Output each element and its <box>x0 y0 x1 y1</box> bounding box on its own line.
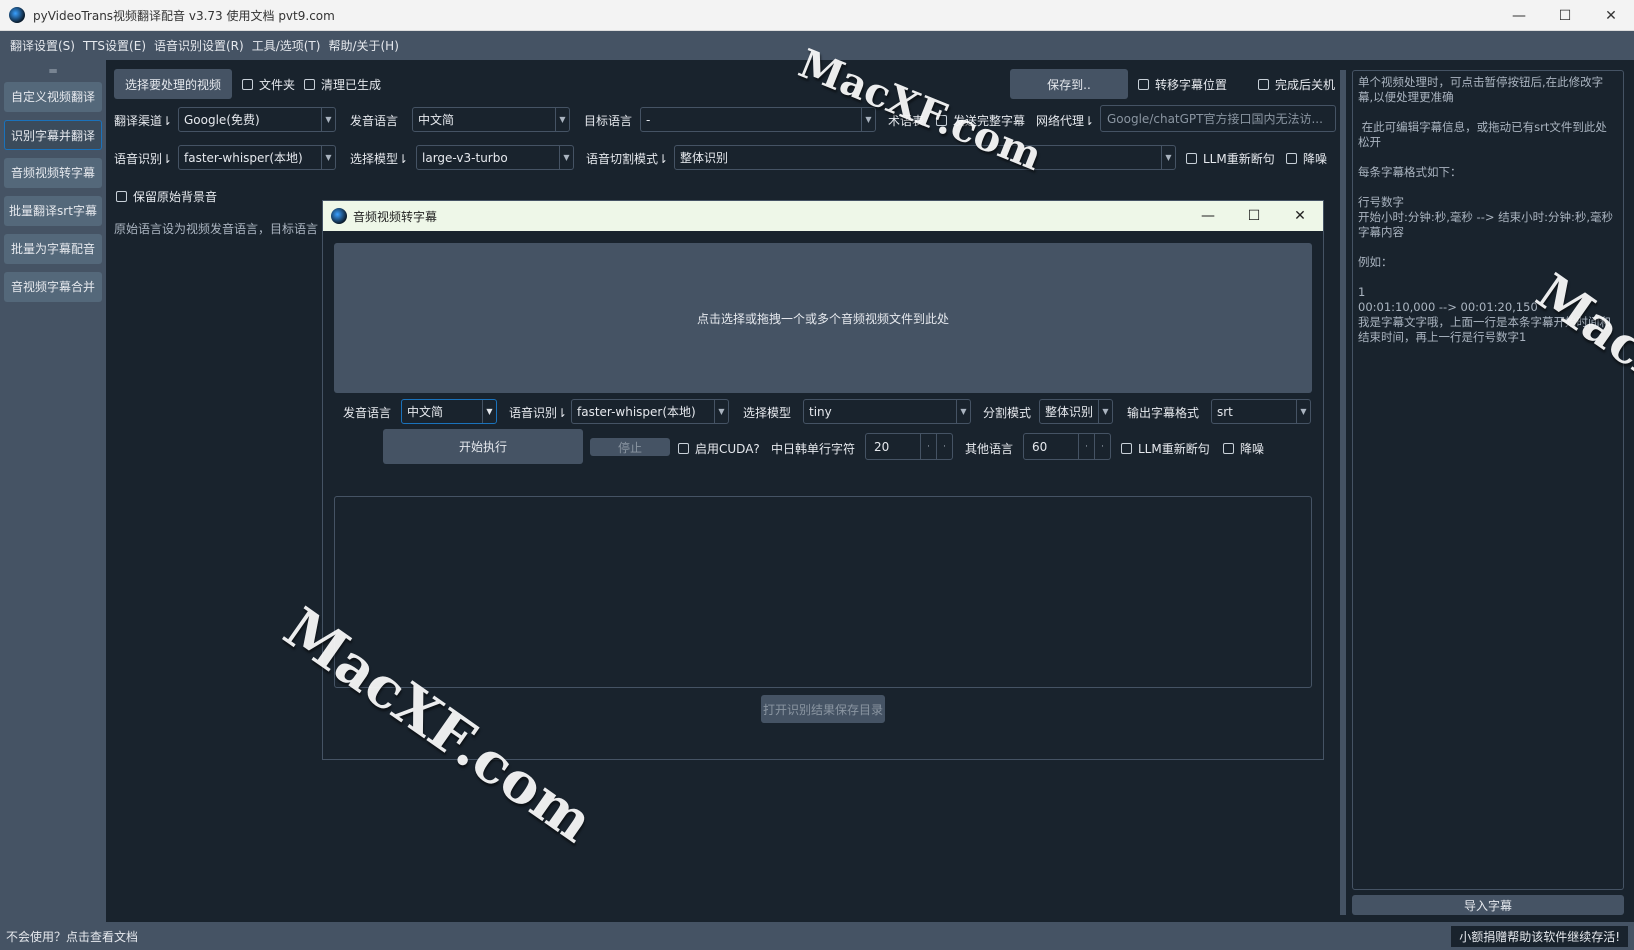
target-language-select[interactable]: - ▼ <box>640 107 876 132</box>
status-bar: 不会使用？点击查看文档 小额捐赠帮助该软件继续存活! <box>0 922 1634 950</box>
other-lang-label: 其他语言 <box>965 442 1014 456</box>
dialog-asr-label[interactable]: 语音识别⇂ <box>509 404 567 421</box>
dialog-close-button[interactable]: ✕ <box>1277 201 1323 231</box>
chevron-down-icon: ▼ <box>956 400 970 423</box>
nav-batch-translate-srt[interactable]: 批量翻译srt字幕 <box>4 196 102 226</box>
chevron-down-icon: ▼ <box>1296 400 1310 423</box>
chevron-down-icon: ▼ <box>559 146 573 169</box>
log-output-area[interactable] <box>334 496 1312 688</box>
app-logo-icon <box>9 7 25 23</box>
start-button[interactable]: 开始执行 <box>383 429 583 464</box>
chevron-down-icon: ▼ <box>482 400 496 423</box>
asr-label[interactable]: 语音识别⇂ <box>114 150 172 167</box>
donate-link[interactable]: 小额捐赠帮助该软件继续存活! <box>1451 925 1628 947</box>
translate-channel-label[interactable]: 翻译渠道⇂ <box>114 112 172 129</box>
clear-generated-checkbox[interactable]: 清理已生成 <box>304 76 381 93</box>
spin-up-icon[interactable]: · <box>936 434 952 459</box>
model-select[interactable]: large-v3-turbo ▼ <box>416 145 574 170</box>
cjk-chars-spinbox[interactable]: 20 · · <box>865 433 953 460</box>
chevron-down-icon: ▼ <box>321 146 335 169</box>
dialog-format-label: 输出字幕格式 <box>1127 406 1200 420</box>
asr-select[interactable]: faster-whisper(本地) ▼ <box>178 145 336 170</box>
file-drop-zone[interactable]: 点击选择或拖拽一个或多个音频视频文件到此处 <box>334 243 1312 393</box>
hint-text: 原始语言设为视频发音语言，目标语言 <box>114 222 319 236</box>
dialog-language-label: 发音语言 <box>343 406 392 420</box>
nav-custom-video-translate[interactable]: 自定义视频翻译 <box>4 82 102 112</box>
spin-up-icon[interactable]: · <box>1094 434 1110 459</box>
dialog-llm-resplit-checkbox[interactable]: LLM重新断句 <box>1121 440 1210 457</box>
cuda-checkbox[interactable]: 启用CUDA? <box>678 440 760 457</box>
source-language-select[interactable]: 中文简 ▼ <box>412 107 570 132</box>
maximize-button[interactable]: ☐ <box>1542 0 1588 31</box>
move-subtitle-position-checkbox[interactable]: 转移字幕位置 <box>1138 76 1227 93</box>
menu-help[interactable]: 帮助/关于(H) <box>324 37 402 54</box>
dialog-split-select[interactable]: 整体识别 ▼ <box>1039 399 1113 424</box>
left-nav: ═ 自定义视频翻译 识别字幕并翻译 音频视频转字幕 批量翻译srt字幕 批量为字… <box>0 60 106 922</box>
model-label[interactable]: 选择模型⇂ <box>350 150 408 167</box>
menu-translate-settings[interactable]: 翻译设置(S) <box>6 37 79 54</box>
dialog-title-bar: 音频视频转字幕 — ☐ ✕ <box>323 201 1323 231</box>
menu-asr-settings[interactable]: 语音识别设置(R) <box>150 37 248 54</box>
menu-tools[interactable]: 工具/选项(T) <box>248 37 325 54</box>
split-mode-select[interactable]: 整体识别 ▼ <box>674 145 1176 170</box>
chevron-down-icon: ▼ <box>321 108 335 131</box>
folder-checkbox[interactable]: 文件夹 <box>242 76 295 93</box>
proxy-input[interactable]: Google/chatGPT官方接口国内无法访... <box>1100 105 1336 132</box>
stop-button[interactable]: 停止 <box>590 438 670 456</box>
nav-merge-av-subtitle[interactable]: 音视频字幕合并 <box>4 272 102 302</box>
source-language-label: 发音语言 <box>350 114 399 128</box>
shutdown-after-checkbox[interactable]: 完成后关机 <box>1258 76 1335 93</box>
import-subtitle-button[interactable]: 导入字幕 <box>1352 895 1624 915</box>
nav-recognize-and-translate[interactable]: 识别字幕并翻译 <box>4 120 102 150</box>
keep-background-checkbox[interactable]: 保留原始背景音 <box>116 188 217 205</box>
dialog-asr-select[interactable]: faster-whisper(本地) ▼ <box>571 399 729 424</box>
window-title: pyVideoTrans视频翻译配音 v3.73 使用文档 pvt9.com <box>33 8 335 23</box>
dialog-denoise-checkbox[interactable]: 降噪 <box>1223 440 1264 457</box>
dialog-minimize-button[interactable]: — <box>1185 201 1231 231</box>
dialog-language-select[interactable]: 中文简 ▼ <box>401 399 497 424</box>
chevron-down-icon: ▼ <box>555 108 569 131</box>
target-language-label: 目标语言 <box>584 114 633 128</box>
minimize-button[interactable]: — <box>1496 0 1542 31</box>
help-docs-link[interactable]: 不会使用？点击查看文档 <box>6 928 138 945</box>
proxy-label[interactable]: 网络代理⇂ <box>1036 112 1094 129</box>
menu-tts-settings[interactable]: TTS设置(E) <box>79 37 150 54</box>
nav-batch-dubbing[interactable]: 批量为字幕配音 <box>4 234 102 264</box>
llm-resplit-checkbox[interactable]: LLM重新断句 <box>1186 150 1275 167</box>
app-logo-icon <box>331 208 347 224</box>
dialog-model-select[interactable]: tiny ▼ <box>803 399 971 424</box>
dialog-window-controls: — ☐ ✕ <box>1185 201 1323 231</box>
select-video-button[interactable]: 选择要处理的视频 <box>114 69 232 99</box>
dialog-maximize-button[interactable]: ☐ <box>1231 201 1277 231</box>
chevron-down-icon: ▼ <box>1161 146 1175 169</box>
spin-down-icon[interactable]: · <box>1078 434 1094 459</box>
other-lang-spinbox[interactable]: 60 · · <box>1023 433 1111 460</box>
spin-down-icon[interactable]: · <box>920 434 936 459</box>
audio-video-to-subtitle-dialog: 音频视频转字幕 — ☐ ✕ 点击选择或拖拽一个或多个音频视频文件到此处 发音语言… <box>322 200 1324 760</box>
title-bar: pyVideoTrans视频翻译配音 v3.73 使用文档 pvt9.com —… <box>0 0 1634 31</box>
cjk-chars-label: 中日韩单行字符 <box>771 442 856 456</box>
translate-channel-select[interactable]: Google(免费) ▼ <box>178 107 336 132</box>
nav-audio-video-to-subtitle[interactable]: 音频视频转字幕 <box>4 158 102 188</box>
close-button[interactable]: ✕ <box>1588 0 1634 31</box>
save-to-button[interactable]: 保存到.. <box>1010 69 1128 99</box>
denoise-checkbox[interactable]: 降噪 <box>1286 150 1327 167</box>
open-result-dir-button[interactable]: 打开识别结果保存目录 <box>761 695 885 723</box>
dialog-split-label: 分割模式 <box>983 406 1032 420</box>
split-mode-label[interactable]: 语音切割模式⇂ <box>586 150 668 167</box>
chevron-down-icon: ▼ <box>714 400 728 423</box>
dialog-title: 音频视频转字幕 <box>353 209 438 224</box>
chevron-down-icon: ▼ <box>1098 400 1112 423</box>
dialog-model-label: 选择模型 <box>743 406 792 420</box>
window-controls: — ☐ ✕ <box>1496 0 1634 31</box>
dialog-format-select[interactable]: srt ▼ <box>1211 399 1311 424</box>
subtitle-editor[interactable]: 单个视频处理时，可点击暂停按钮后,在此修改字幕,以便处理更准确 在此可编辑字幕信… <box>1352 70 1624 890</box>
drag-handle-icon[interactable]: ═ <box>0 64 106 82</box>
